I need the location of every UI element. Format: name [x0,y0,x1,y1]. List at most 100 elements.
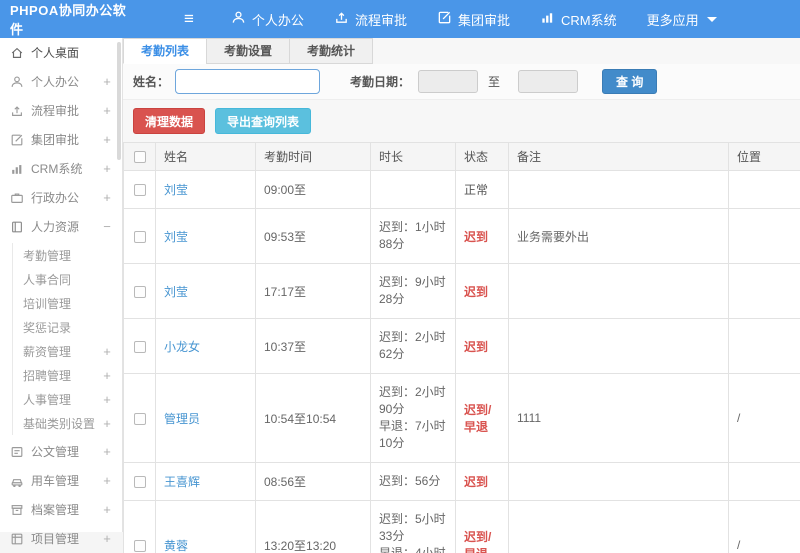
expand-icon[interactable]: + [102,132,112,147]
home-icon [10,46,24,60]
expand-icon[interactable]: + [102,74,112,89]
duration-cell: 迟到：5小时33分早退：4小时67分 [371,501,456,553]
sidebar-item-projects[interactable]: 项目管理 + [0,524,122,553]
name-input[interactable] [175,69,320,94]
sidebar-item-admin-office[interactable]: 行政办公 + [0,183,122,212]
status-badge: 正常 [456,171,509,209]
attendance-time: 10:54至10:54 [256,374,371,463]
expand-icon[interactable]: + [102,190,112,205]
menu-toggle-icon[interactable]: ≡ [176,9,202,29]
employee-name-link[interactable]: 王喜辉 [164,475,200,489]
employee-name-link[interactable]: 黄蓉 [164,539,188,553]
employee-name-link[interactable]: 刘莹 [164,285,188,299]
table-header-row: 姓名 考勤时间 时长 状态 备注 位置 [124,143,800,171]
document-icon [10,445,24,459]
status-badge: 迟到/早退 [456,374,509,463]
sidebar-scrollbar[interactable] [117,42,121,160]
user-icon [10,75,24,89]
nav-workflow-approval[interactable]: 流程审批 [319,0,422,38]
table-row: 刘莹 09:00至 正常 [124,171,800,209]
action-bar: 清理数据 导出查询列表 [123,100,800,142]
sidebar-subitem-recruit[interactable]: 招聘管理 + [13,363,122,387]
sidebar-subitem-attendance[interactable]: 考勤管理 [13,243,122,267]
column-duration: 时长 [371,143,456,171]
workflow-icon [10,104,24,118]
remark-cell [509,463,729,501]
expand-icon[interactable]: + [102,103,112,118]
sidebar-item-crm[interactable]: CRM系统 + [0,154,122,183]
table-row: 小龙女 10:37至 迟到：2小时62分 迟到 [124,319,800,374]
sidebar-subitem-base-category[interactable]: 基础类别设置 + [13,411,122,435]
sidebar-subitem-salary[interactable]: 薪资管理 + [13,339,122,363]
table-row: 管理员 10:54至10:54 迟到：2小时90分早退：7小时10分 迟到/早退… [124,374,800,463]
workflow-icon [334,10,349,28]
row-checkbox[interactable] [134,286,146,298]
date-to-input[interactable] [518,70,578,93]
nav-more-apps[interactable]: 更多应用 [632,0,732,38]
app-header: PHPOA协同办公软件 ≡ 个人办公 流程审批 集团审批 CRM系统 更多应用 [0,0,800,38]
tab-attendance-stats[interactable]: 考勤统计 [289,38,373,64]
sidebar-subitem-personnel[interactable]: 人事管理 + [13,387,122,411]
row-checkbox[interactable] [134,341,146,353]
row-checkbox[interactable] [134,476,146,488]
app-logo: PHPOA协同办公软件 [0,0,128,38]
search-button[interactable]: 查 询 [602,69,657,94]
expand-icon[interactable]: + [102,531,112,546]
tab-attendance-settings[interactable]: 考勤设置 [206,38,290,64]
location-cell: / [729,501,800,553]
export-list-button[interactable]: 导出查询列表 [215,108,311,134]
expand-icon[interactable]: + [102,344,112,359]
expand-icon[interactable]: + [102,444,112,459]
select-all-checkbox[interactable] [134,151,146,163]
row-checkbox[interactable] [134,413,146,425]
sidebar-item-hr[interactable]: 人力资源 − [0,212,122,241]
sidebar-item-workflow-approval[interactable]: 流程审批 + [0,96,122,125]
expand-icon[interactable]: + [102,392,112,407]
sidebar-subitem-rewards[interactable]: 奖惩记录 [13,315,122,339]
expand-icon[interactable]: + [102,368,112,383]
expand-icon[interactable]: + [102,416,112,431]
remark-cell [509,319,729,374]
sidebar-item-personal-office[interactable]: 个人办公 + [0,67,122,96]
column-time: 考勤时间 [256,143,371,171]
sidebar-item-documents[interactable]: 公文管理 + [0,437,122,466]
collapse-icon[interactable]: − [102,219,112,234]
nav-crm-system[interactable]: CRM系统 [525,0,632,38]
row-checkbox[interactable] [134,184,146,196]
sidebar-item-desktop[interactable]: 个人桌面 [0,38,122,67]
clear-data-button[interactable]: 清理数据 [133,108,205,134]
project-icon [10,532,24,546]
employee-name-link[interactable]: 刘莹 [164,183,188,197]
nav-personal-office[interactable]: 个人办公 [216,0,319,38]
employee-name-link[interactable]: 管理员 [164,412,200,426]
location-cell [729,209,800,264]
sidebar-item-group-approval[interactable]: 集团审批 + [0,125,122,154]
hr-submenu: 考勤管理 人事合同 培训管理 奖惩记录 薪资管理 + 招聘管理 + 人事管理 +… [12,243,122,435]
attendance-time: 17:17至 [256,264,371,319]
sidebar-item-archives[interactable]: 档案管理 + [0,495,122,524]
expand-icon[interactable]: + [102,161,112,176]
row-checkbox[interactable] [134,540,146,552]
sidebar-item-vehicles[interactable]: 用车管理 + [0,466,122,495]
date-from-input[interactable] [418,70,478,93]
tab-attendance-list[interactable]: 考勤列表 [123,38,207,64]
expand-icon[interactable]: + [102,473,112,488]
sidebar-subitem-hr-contract[interactable]: 人事合同 [13,267,122,291]
duration-cell [371,171,456,209]
employee-name-link[interactable]: 刘莹 [164,230,188,244]
location-cell [729,171,800,209]
row-checkbox[interactable] [134,231,146,243]
to-label: 至 [488,73,500,90]
location-cell [729,463,800,501]
attendance-time: 09:00至 [256,171,371,209]
status-badge: 迟到 [456,209,509,264]
status-badge: 迟到 [456,264,509,319]
nav-group-approval[interactable]: 集团审批 [422,0,525,38]
status-badge: 迟到 [456,319,509,374]
expand-icon[interactable]: + [102,502,112,517]
table-row: 刘莹 09:53至 迟到：1小时88分 迟到 业务需要外出 [124,209,800,264]
sidebar-subitem-training[interactable]: 培训管理 [13,291,122,315]
tab-bar: 考勤列表 考勤设置 考勤统计 [123,38,800,64]
top-navigation: 个人办公 流程审批 集团审批 CRM系统 更多应用 [216,0,732,38]
employee-name-link[interactable]: 小龙女 [164,340,200,354]
